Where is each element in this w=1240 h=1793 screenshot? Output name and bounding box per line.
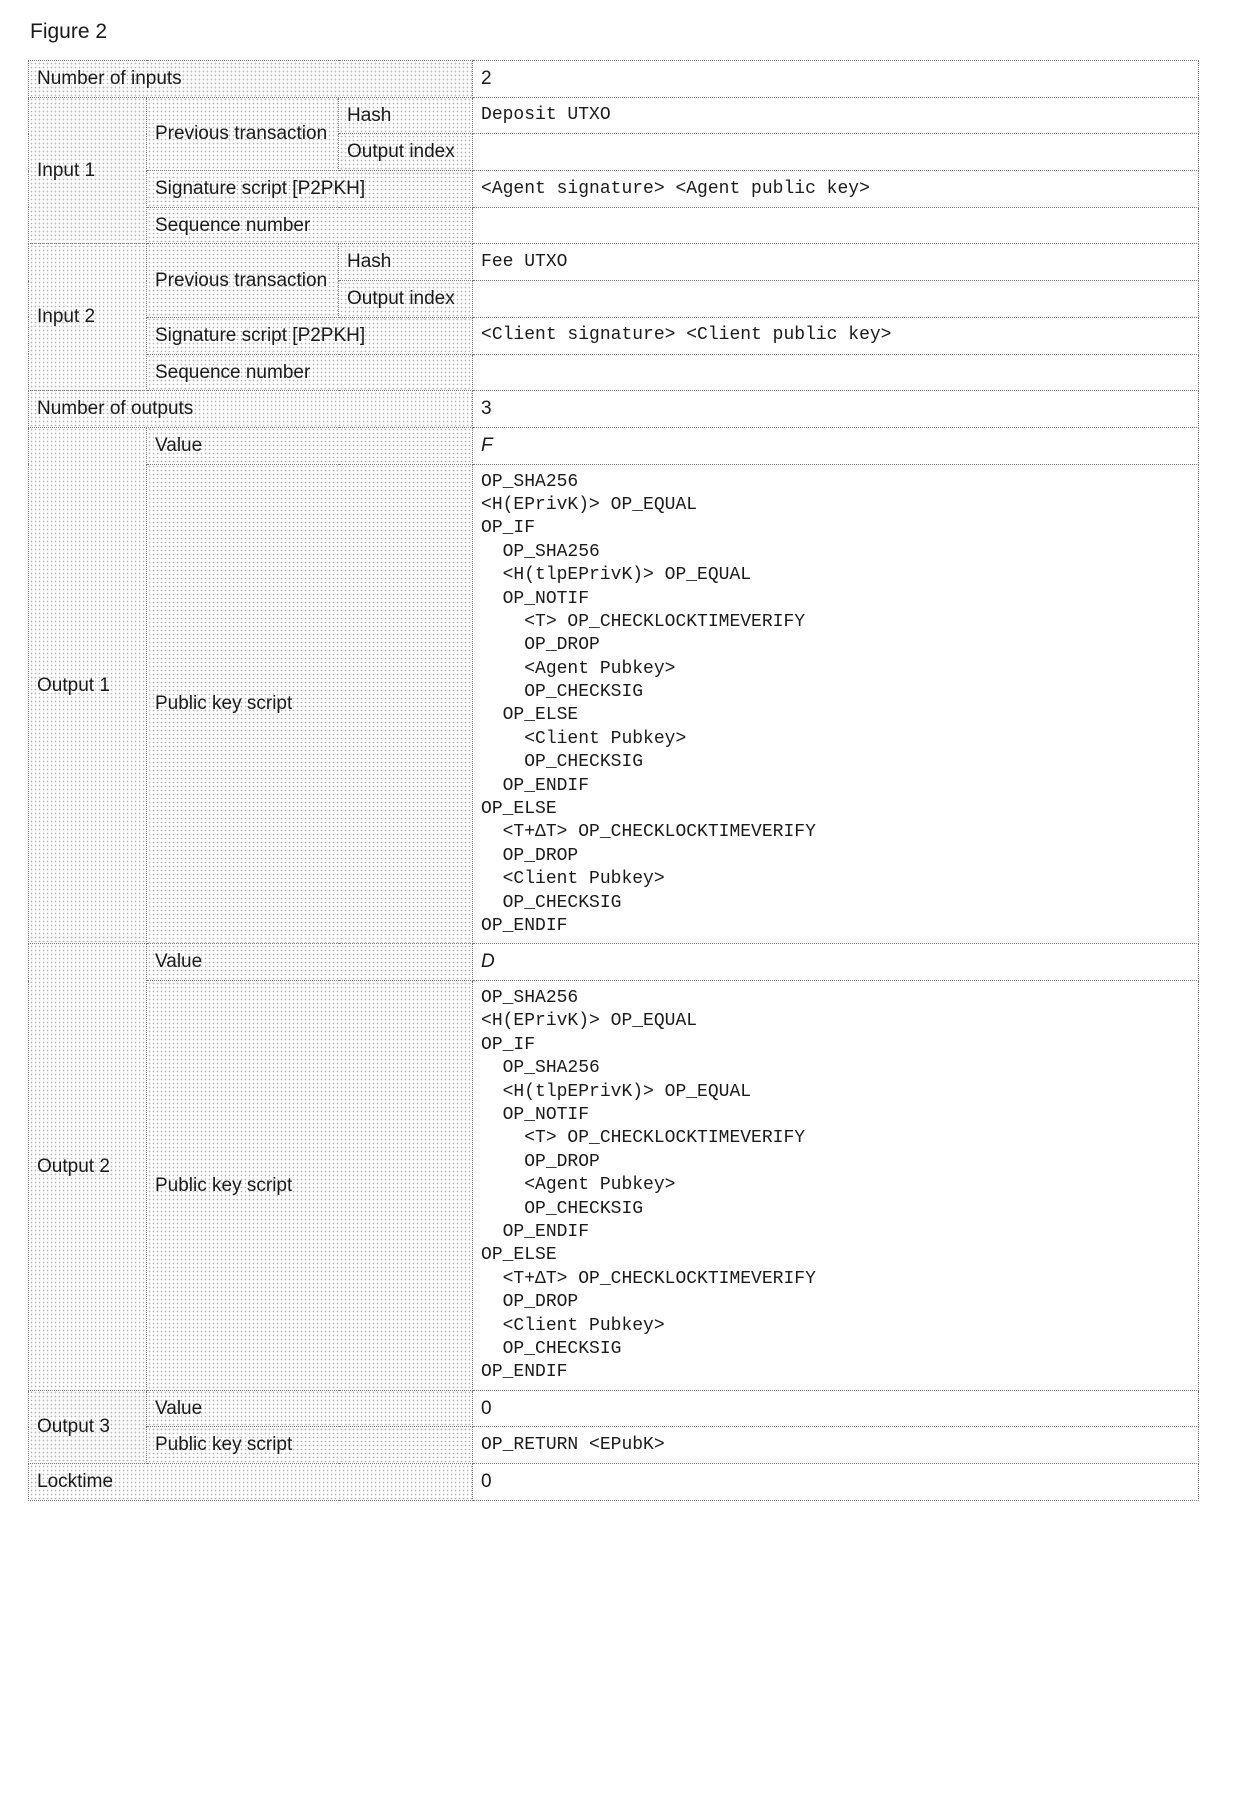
input2-seq-value xyxy=(473,354,1199,391)
input2-prevtx-label: Previous transaction xyxy=(147,244,339,317)
output1-label: Output 1 xyxy=(29,427,147,944)
input2-hash-value: Fee UTXO xyxy=(473,244,1199,281)
locktime-label: Locktime xyxy=(29,1464,473,1501)
output3-pks-label: Public key script xyxy=(147,1427,473,1464)
num-inputs-value: 2 xyxy=(473,61,1199,98)
input2-seq-label: Sequence number xyxy=(147,354,473,391)
output2-value-label: Value xyxy=(147,944,473,981)
input1-label: Input 1 xyxy=(29,97,147,244)
input2-label: Input 2 xyxy=(29,244,147,391)
input1-seq-label: Sequence number xyxy=(147,207,473,244)
output1-pks: OP_SHA256 <H(EPrivK)> OP_EQUAL OP_IF OP_… xyxy=(473,464,1199,944)
input2-outidx-label: Output index xyxy=(339,281,473,318)
num-outputs-label: Number of outputs xyxy=(29,391,473,428)
input1-outidx-label: Output index xyxy=(339,134,473,171)
output2-pks: OP_SHA256 <H(EPrivK)> OP_EQUAL OP_IF OP_… xyxy=(473,981,1199,1391)
output1-pks-label: Public key script xyxy=(147,464,473,944)
input2-sig-label: Signature script [P2PKH] xyxy=(147,317,473,354)
locktime-value: 0 xyxy=(473,1464,1199,1501)
input1-hash-value: Deposit UTXO xyxy=(473,97,1199,134)
output3-label: Output 3 xyxy=(29,1390,147,1463)
figure-label: Figure 2 xyxy=(30,20,1212,44)
output1-value: F xyxy=(473,427,1199,464)
output1-value-label: Value xyxy=(147,427,473,464)
input1-sig-label: Signature script [P2PKH] xyxy=(147,171,473,208)
output3-value: 0 xyxy=(473,1390,1199,1427)
input1-sig-value: <Agent signature> <Agent public key> xyxy=(473,171,1199,208)
input2-hash-label: Hash xyxy=(339,244,473,281)
input2-sig-value: <Client signature> <Client public key> xyxy=(473,317,1199,354)
output3-value-label: Value xyxy=(147,1390,473,1427)
input1-outidx-value xyxy=(473,134,1199,171)
num-inputs-label: Number of inputs xyxy=(29,61,473,98)
input2-outidx-value xyxy=(473,281,1199,318)
transaction-table: Number of inputs 2 Input 1 Previous tran… xyxy=(28,60,1199,1501)
input1-prevtx-label: Previous transaction xyxy=(147,97,339,170)
input1-hash-label: Hash xyxy=(339,97,473,134)
num-outputs-value: 3 xyxy=(473,391,1199,428)
input1-seq-value xyxy=(473,207,1199,244)
output2-pks-label: Public key script xyxy=(147,981,473,1391)
output2-value: D xyxy=(473,944,1199,981)
output2-label: Output 2 xyxy=(29,944,147,1390)
output3-pks: OP_RETURN <EPubK> xyxy=(473,1427,1199,1464)
